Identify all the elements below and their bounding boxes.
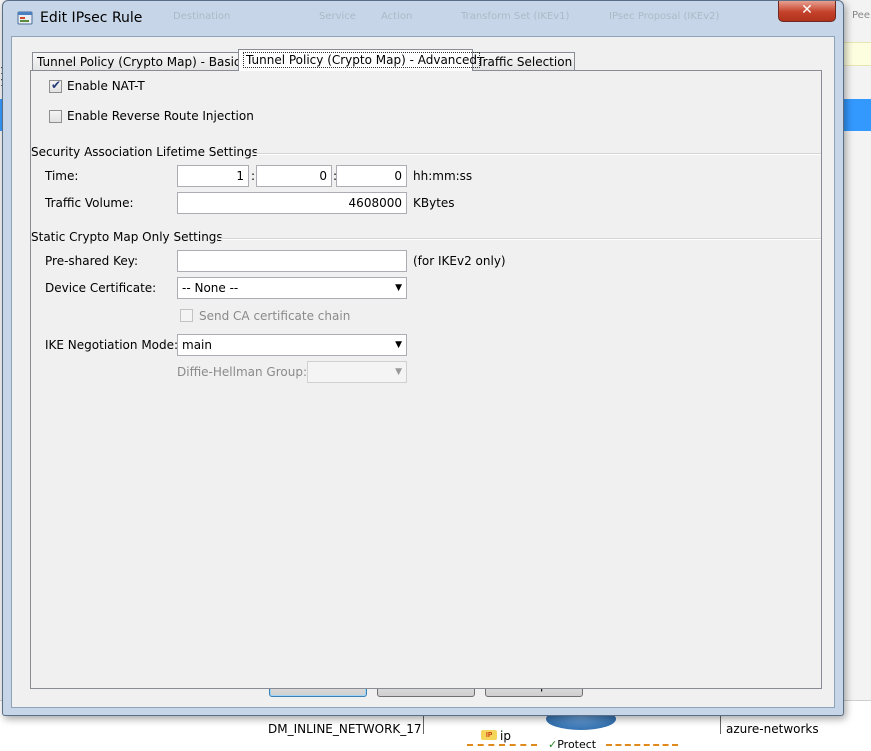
- title-bar[interactable]: Edit IPsec Rule Destination Service Acti…: [3, 1, 843, 35]
- nat-t-label: Enable NAT-T: [67, 79, 145, 93]
- device-certificate-label: Device Certificate:: [45, 281, 157, 295]
- pre-shared-key-label: Pre-shared Key:: [45, 254, 139, 268]
- device-certificate-select[interactable]: -- None -- ▼: [177, 277, 407, 299]
- pre-shared-key-input[interactable]: [177, 250, 407, 272]
- group-divider: [218, 238, 821, 240]
- chevron-down-icon: ▼: [395, 367, 402, 377]
- lifetime-minutes-input[interactable]: 0: [256, 165, 332, 187]
- tab-basic[interactable]: Tunnel Policy (Crypto Map) - Basic: [32, 52, 241, 71]
- background-header: Transform Set (IKEv1): [461, 11, 570, 22]
- traffic-volume-label: Traffic Volume:: [45, 196, 134, 210]
- background-protect-label: ✓Protect: [548, 738, 597, 751]
- tab-advanced[interactable]: Tunnel Policy (Crypto Map) - Advanced: [238, 49, 480, 71]
- tab-label: Tunnel Policy (Crypto Map) - Advanced: [243, 52, 480, 68]
- background-selected-row-right: [842, 99, 871, 131]
- ike-negotiation-mode-select[interactable]: main ▼: [177, 334, 407, 356]
- nat-t-checkbox[interactable]: [49, 78, 62, 93]
- arrow-dashed-line: [606, 744, 678, 746]
- ipsec-rule-icon: [17, 11, 33, 25]
- arrow-dashed-line: [467, 744, 537, 746]
- pre-shared-key-note: (for IKEv2 only): [413, 254, 506, 268]
- reverse-route-injection-checkbox[interactable]: [49, 110, 62, 123]
- ike-negotiation-mode-value: main: [182, 338, 212, 352]
- time-unit-label: hh:mm:ss: [413, 169, 473, 183]
- window-title: Edit IPsec Rule: [40, 10, 143, 26]
- background-info-bar: [842, 42, 871, 66]
- lifetime-seconds-input[interactable]: 0: [336, 165, 407, 187]
- time-label: Time:: [45, 169, 79, 183]
- background-column-separator: [720, 714, 721, 734]
- tab-label: Traffic Selection: [477, 55, 573, 69]
- send-ca-chain-checkbox[interactable]: [180, 309, 193, 322]
- close-button[interactable]: ✕: [778, 1, 836, 22]
- chevron-down-icon: ▼: [395, 283, 402, 293]
- checkmark-icon: ✓: [548, 738, 558, 751]
- background-header: Service: [319, 11, 356, 22]
- traffic-volume-input[interactable]: 4608000: [177, 192, 407, 214]
- dialog-client-area: Tunnel Policy (Crypto Map) - Basic Tunne…: [11, 36, 835, 708]
- background-ip-label: ip: [500, 729, 511, 743]
- tab-label: Tunnel Policy (Crypto Map) - Basic: [37, 55, 241, 69]
- group-divider: [251, 153, 821, 155]
- background-column-separator: [423, 714, 424, 734]
- background-azure-label: azure-networks: [726, 722, 819, 736]
- diffie-hellman-group-select[interactable]: ▼: [307, 361, 407, 383]
- time-separator: :: [251, 169, 256, 183]
- background-header: IPsec Proposal (IKEv2): [609, 11, 720, 22]
- background-header: Action: [381, 11, 413, 22]
- sa-lifetime-group-title: Security Association Lifetime Settings: [31, 145, 259, 159]
- tab-traffic-selection[interactable]: Traffic Selection: [472, 52, 575, 71]
- diffie-hellman-group-label: Diffie-Hellman Group:: [177, 365, 308, 379]
- lifetime-hours-input[interactable]: 1: [177, 165, 249, 187]
- ike-negotiation-mode-label: IKE Negotiation Mode:: [45, 338, 179, 352]
- background-header-fragment: Pee: [852, 10, 870, 21]
- traffic-volume-unit-label: KBytes: [413, 196, 455, 210]
- background-header: Destination: [173, 11, 231, 22]
- send-ca-chain-label: Send CA certificate chain: [199, 309, 351, 323]
- reverse-route-injection-label: Enable Reverse Route Injection: [67, 109, 254, 123]
- device-certificate-value: -- None --: [182, 281, 239, 295]
- chevron-down-icon: ▼: [395, 340, 402, 350]
- close-icon: ✕: [801, 2, 813, 18]
- static-crypto-map-group-title: Static Crypto Map Only Settings: [31, 230, 223, 244]
- advanced-tab-panel: Enable NAT-T Enable Reverse Route Inject…: [30, 70, 822, 689]
- background-network-label: DM_INLINE_NETWORK_17: [268, 722, 422, 736]
- ip-badge-icon: IP: [481, 730, 497, 740]
- edit-ipsec-rule-dialog: Edit IPsec Rule Destination Service Acti…: [2, 0, 844, 716]
